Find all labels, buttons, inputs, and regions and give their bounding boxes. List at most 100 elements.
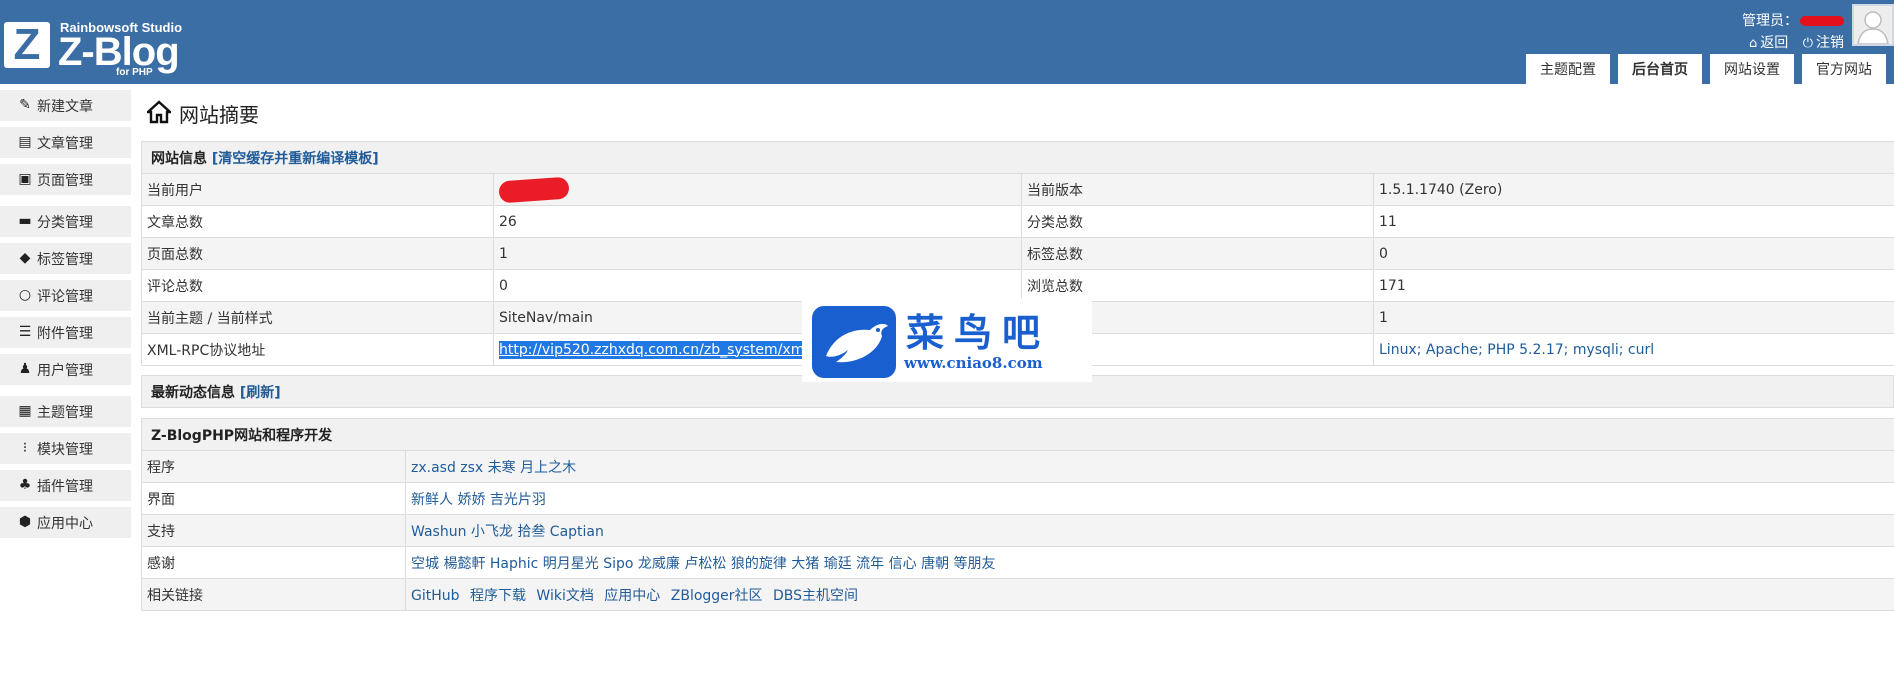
row-label: 分类总数 bbox=[1021, 205, 1374, 238]
table-row: 当前用户 当前版本 1.5.1.1740 (Zero) bbox=[141, 173, 1894, 206]
tab-site-settings[interactable]: 网站设置 bbox=[1710, 54, 1794, 84]
dev-header: Z-BlogPHP网站和程序开发 bbox=[140, 418, 1894, 451]
sidebar-item-new-article[interactable]: ✎ 新建文章 bbox=[0, 90, 131, 121]
row-value: 1 bbox=[493, 237, 1022, 270]
sidebar-item-comment-manage[interactable]: ○ 评论管理 bbox=[0, 280, 131, 311]
row-label: 界面 bbox=[141, 482, 406, 515]
top-tabs: 主题配置 后台首页 网站设置 官方网站 bbox=[1526, 54, 1886, 84]
admin-label: 管理员： bbox=[1742, 13, 1798, 29]
row-label: 标签总数 bbox=[1021, 237, 1374, 270]
table-row: 页面总数 1 标签总数 0 bbox=[141, 237, 1894, 270]
home-icon bbox=[147, 100, 171, 124]
document-icon: ▤ bbox=[18, 134, 32, 150]
sidebar-item-user-manage[interactable]: ♟ 用户管理 bbox=[0, 354, 131, 385]
row-value[interactable]: Washun 小飞龙 拾叁 Captian bbox=[404, 514, 1894, 547]
user-icon: ♟ bbox=[18, 361, 32, 377]
xml-rpc-url[interactable]: http://vip520.zzhxdq.com.cn/zb_system/xm… bbox=[499, 340, 820, 359]
comment-icon: ○ bbox=[18, 287, 32, 303]
admin-info: 管理员： ⌂ 返回 ⏻ 注销 bbox=[1674, 10, 1844, 52]
tab-theme-config[interactable]: 主题配置 bbox=[1526, 54, 1610, 84]
row-value: 1 bbox=[1372, 301, 1894, 334]
row-label: 文章总数 bbox=[141, 205, 494, 238]
redacted-current-user bbox=[498, 176, 570, 203]
power-icon: ⏻ bbox=[1802, 36, 1813, 51]
row-value bbox=[493, 173, 1022, 206]
row-value[interactable]: 空城 楊懿軒 Haphic 明月星光 Sipo 龙威廉 卢松松 狼的旋律 大猪 … bbox=[404, 546, 1894, 579]
row-value: 26 bbox=[493, 205, 1022, 238]
top-header: Z Rainbowsoft Studio Z-Blog for PHP 管理员：… bbox=[0, 0, 1894, 84]
attachment-icon: ☰ bbox=[18, 324, 32, 340]
row-label: 感谢 bbox=[141, 546, 406, 579]
site-info-header: 网站信息 [清空缓存并重新编译模板] bbox=[140, 141, 1894, 174]
sidebar-item-page-manage[interactable]: ▣ 页面管理 bbox=[0, 164, 131, 195]
link-app-center[interactable]: 应用中心 bbox=[604, 588, 660, 604]
sidebar-item-app-center[interactable]: ⬢ 应用中心 bbox=[0, 507, 131, 538]
edit-icon: ✎ bbox=[19, 97, 31, 113]
app-center-icon: ⬢ bbox=[18, 514, 32, 530]
link-dbs-hosting[interactable]: DBS主机空间 bbox=[773, 588, 858, 604]
row-label: 支持 bbox=[141, 514, 406, 547]
avatar[interactable] bbox=[1852, 4, 1894, 46]
module-icon: ⁝ bbox=[22, 440, 28, 456]
logo-mark: Z bbox=[4, 22, 50, 68]
sidebar-item-theme-manage[interactable]: ▦ 主题管理 bbox=[0, 396, 131, 427]
row-value[interactable]: zx.asd zsx 未寒 月上之木 bbox=[404, 450, 1894, 483]
row-value: 171 bbox=[1372, 269, 1894, 302]
page-title-text: 网站摘要 bbox=[179, 103, 259, 127]
home-icon: ⌂ bbox=[1748, 36, 1758, 51]
sidebar-item-tag-manage[interactable]: ◆ 标签管理 bbox=[0, 243, 131, 274]
related-links: GitHub 程序下载 Wiki文档 应用中心 ZBlogger社区 DBS主机… bbox=[404, 578, 1894, 611]
link-github[interactable]: GitHub bbox=[411, 588, 460, 604]
main-content: 网站摘要 网站信息 [清空缓存并重新编译模板] 当前用户 当前版本 1.5.1.… bbox=[140, 84, 1894, 686]
table-row: 文章总数 26 分类总数 11 bbox=[141, 205, 1894, 238]
table-row: 评论总数 0 浏览总数 171 bbox=[141, 269, 1894, 302]
row-label: 浏览总数 bbox=[1021, 269, 1374, 302]
sidebar-item-category-manage[interactable]: ▬ 分类管理 bbox=[0, 206, 131, 237]
refresh-link[interactable]: [刷新] bbox=[240, 385, 281, 401]
table-row: 界面 新鲜人 娇娇 吉光片羽 bbox=[141, 482, 1894, 515]
tab-official-site[interactable]: 官方网站 bbox=[1802, 54, 1886, 84]
clear-cache-link[interactable]: [清空缓存并重新编译模板] bbox=[212, 151, 379, 167]
sidebar-item-attachment-manage[interactable]: ☰ 附件管理 bbox=[0, 317, 131, 348]
watermark-logo: 菜鸟吧 www.cniao8.com bbox=[802, 298, 1092, 382]
row-label: 评论总数 bbox=[141, 269, 494, 302]
row-value: 0 bbox=[493, 269, 1022, 302]
admin-user-line: 管理员： bbox=[1674, 10, 1844, 30]
row-value: 0 bbox=[1372, 237, 1894, 270]
avatar-placeholder-icon bbox=[1854, 6, 1892, 44]
row-value: 1.5.1.1740 (Zero) bbox=[1372, 173, 1894, 206]
sidebar-item-module-manage[interactable]: ⁝ 模块管理 bbox=[0, 433, 131, 464]
redacted-admin-name bbox=[1800, 16, 1844, 26]
row-label: XML-RPC协议地址 bbox=[141, 333, 494, 366]
plugin-icon: ♣ bbox=[18, 477, 32, 493]
tab-admin-home[interactable]: 后台首页 bbox=[1618, 54, 1702, 84]
sidebar-item-article-manage[interactable]: ▤ 文章管理 bbox=[0, 127, 131, 158]
table-row: 感谢 空城 楊懿軒 Haphic 明月星光 Sipo 龙威廉 卢松松 狼的旋律 … bbox=[141, 546, 1894, 579]
table-row: 支持 Washun 小飞龙 拾叁 Captian bbox=[141, 514, 1894, 547]
row-label: 页面总数 bbox=[141, 237, 494, 270]
logout-link[interactable]: ⏻ 注销 bbox=[1803, 35, 1844, 51]
bird-logo-icon bbox=[812, 306, 896, 378]
row-value: Linux; Apache; PHP 5.2.17; mysqli; curl bbox=[1372, 333, 1894, 366]
row-label: 程序 bbox=[141, 450, 406, 483]
folder-icon: ▬ bbox=[18, 213, 32, 229]
dev-table: Z-BlogPHP网站和程序开发 程序 zx.asd zsx 未寒 月上之木 界… bbox=[140, 418, 1894, 611]
row-value[interactable]: 新鲜人 娇娇 吉光片羽 bbox=[404, 482, 1894, 515]
sidebar-item-plugin-manage[interactable]: ♣ 插件管理 bbox=[0, 470, 131, 501]
row-label: 相关链接 bbox=[141, 578, 406, 611]
table-row: 相关链接 GitHub 程序下载 Wiki文档 应用中心 ZBlogger社区 … bbox=[141, 578, 1894, 611]
link-download[interactable]: 程序下载 bbox=[470, 588, 526, 604]
theme-icon: ▦ bbox=[18, 403, 32, 419]
page-icon: ▣ bbox=[18, 171, 32, 187]
admin-actions: ⌂ 返回 ⏻ 注销 bbox=[1674, 32, 1844, 52]
return-link[interactable]: ⌂ 返回 bbox=[1749, 35, 1788, 51]
logo-sub-text: for PHP bbox=[116, 67, 153, 78]
link-zblogger-community[interactable]: ZBlogger社区 bbox=[671, 588, 763, 604]
row-label: 当前用户 bbox=[141, 173, 494, 206]
row-label: 当前主题 / 当前样式 bbox=[141, 301, 494, 334]
row-value: 11 bbox=[1372, 205, 1894, 238]
tag-icon: ◆ bbox=[19, 250, 31, 266]
link-wiki[interactable]: Wiki文档 bbox=[536, 588, 593, 604]
watermark-cn-text: 菜鸟吧 bbox=[906, 310, 1051, 355]
watermark-url-text: www.cniao8.com bbox=[904, 354, 1043, 372]
